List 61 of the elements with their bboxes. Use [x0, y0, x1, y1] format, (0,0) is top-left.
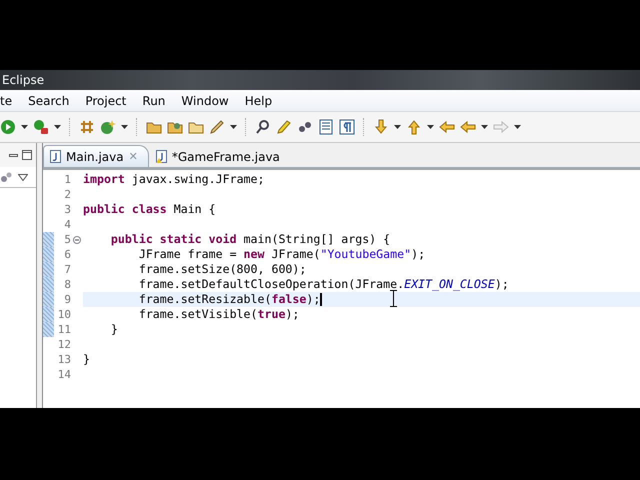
- line-number: 9: [63, 293, 71, 306]
- menu-item[interactable]: Search: [20, 94, 78, 108]
- run-icon[interactable]: [0, 119, 16, 135]
- search-icon[interactable]: [255, 119, 271, 135]
- editor-tab[interactable]: Main.java ✕: [43, 145, 149, 167]
- line-number: 1: [63, 173, 71, 186]
- menu-item[interactable]: te: [0, 94, 20, 108]
- dropdown-caret-icon[interactable]: [21, 125, 28, 129]
- code-line: frame.setSize(800, 600);: [138, 262, 306, 277]
- line-number: 14: [56, 368, 71, 381]
- dropdown-icon[interactable]: [18, 174, 28, 180]
- line-number: 5: [63, 233, 71, 246]
- window-title: Eclipse: [2, 73, 44, 87]
- dropdown-caret-icon[interactable]: [514, 125, 521, 129]
- new-package-icon[interactable]: [79, 119, 95, 135]
- collapse-icon[interactable]: [73, 236, 81, 244]
- debug-icon[interactable]: [33, 119, 49, 135]
- line-number: 12: [56, 338, 71, 351]
- arrow-down-icon[interactable]: [373, 119, 389, 135]
- dropdown-caret-icon[interactable]: [121, 125, 128, 129]
- dropdown-caret-icon[interactable]: [394, 125, 401, 129]
- tab-label: *GameFrame.java: [172, 150, 280, 164]
- code-line: frame.setResizable(false);: [138, 292, 322, 307]
- document-icon[interactable]: [318, 119, 334, 135]
- menu-item[interactable]: Help: [236, 94, 280, 108]
- dropdown-caret-icon[interactable]: [481, 125, 488, 129]
- line-number: 7: [63, 263, 71, 276]
- menu-item[interactable]: Run: [134, 94, 174, 108]
- arrow-left-icon[interactable]: [439, 119, 455, 135]
- line-number: 11: [56, 323, 71, 336]
- code-line: frame.setDefaultCloseOperation(JFrame.EXIT_ON_CLOSE);: [138, 277, 509, 292]
- arrow-left-icon[interactable]: [460, 119, 476, 135]
- pen-icon[interactable]: [209, 119, 225, 135]
- new-class-icon[interactable]: [100, 119, 116, 135]
- maximize-icon[interactable]: [22, 150, 32, 160]
- line-number: 2: [63, 188, 71, 201]
- arrow-up-icon[interactable]: [406, 119, 422, 135]
- code-line: }: [110, 322, 118, 337]
- code-line: public class Main {: [83, 202, 216, 217]
- java-file-icon: [156, 150, 167, 163]
- code-line: JFrame frame = new JFrame("YoutubeGame");: [138, 247, 426, 262]
- line-number: 8: [63, 278, 71, 291]
- text-cursor-icon: [390, 290, 397, 307]
- line-number: 13: [56, 353, 71, 366]
- dropdown-caret-icon[interactable]: [427, 125, 434, 129]
- code-line: import javax.swing.JFrame;: [83, 172, 264, 187]
- code-line: frame.setVisible(true);: [138, 307, 300, 322]
- pilcrow-icon[interactable]: [339, 119, 355, 135]
- line-number: 10: [56, 308, 71, 321]
- dropdown-caret-icon[interactable]: [230, 125, 237, 129]
- tab-label: Main.java: [66, 150, 124, 164]
- line-number: 3: [63, 203, 71, 216]
- code-line: }: [83, 352, 90, 367]
- highlighter-icon[interactable]: [276, 119, 292, 135]
- line-number: 4: [63, 218, 71, 231]
- line-number: 6: [63, 248, 71, 261]
- code-line: public static void main(String[] args) {: [110, 232, 390, 247]
- menu-item[interactable]: Project: [77, 94, 134, 108]
- dropdown-caret-icon[interactable]: [54, 125, 61, 129]
- java-file-icon: [50, 150, 61, 163]
- menu-item[interactable]: Window: [173, 94, 237, 108]
